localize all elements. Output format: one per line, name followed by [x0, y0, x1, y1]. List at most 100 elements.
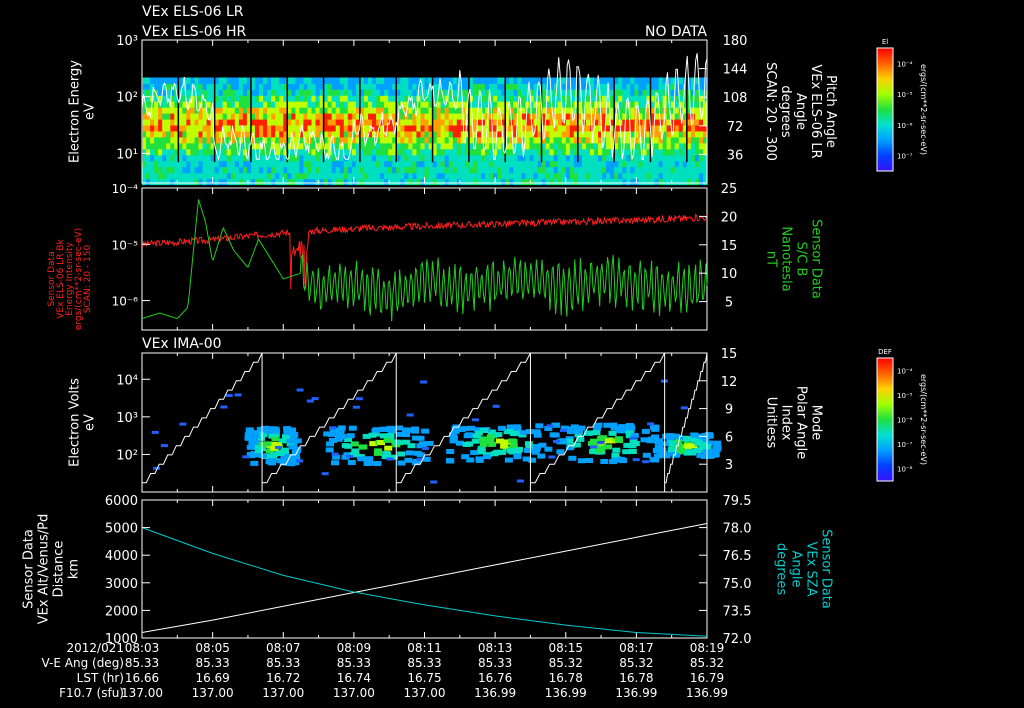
heatmap-cell: [674, 160, 680, 168]
x-tick-label: 08:17: [619, 641, 654, 655]
heatmap-cell: [190, 125, 195, 132]
heatmap-cell: [577, 458, 586, 464]
heatmap-cell: [513, 95, 518, 102]
heatmap-cell: [271, 172, 276, 180]
heatmap-cell: [307, 119, 313, 126]
heatmap-cell: [368, 137, 373, 144]
heatmap-cell: [372, 101, 377, 108]
heatmap-cell: [642, 95, 647, 102]
heatmap-cell: [634, 89, 639, 96]
heatmap-cell: [291, 160, 296, 168]
heatmap-cell: [420, 125, 426, 132]
heatmap-cell: [630, 107, 635, 114]
heatmap-cell: [307, 77, 313, 84]
heatmap-cell: [299, 95, 304, 102]
heatmap-cell: [380, 125, 385, 132]
heatmap-cell: [368, 119, 373, 126]
heatmap-cell: [291, 113, 296, 120]
heatmap-cell: [376, 142, 381, 150]
heatmap-cell: [693, 448, 702, 453]
heatmap-cell: [372, 154, 377, 162]
heatmap-cell: [658, 142, 664, 150]
heatmap-cell: [372, 113, 377, 120]
heatmap-cell: [416, 160, 421, 168]
heatmap-cell: [456, 148, 462, 156]
heatmap-cell: [594, 160, 599, 168]
heatmap-cell: [514, 448, 523, 454]
heatmap-cell: [158, 178, 163, 186]
heatmap-cell: [489, 172, 494, 180]
heatmap-cell: [198, 119, 204, 126]
heatmap-cell: [170, 142, 175, 150]
heatmap-cell: [170, 172, 175, 180]
heatmap-cell: [561, 142, 567, 150]
heatmap-cell: [263, 95, 268, 102]
heatmap-cell: [508, 438, 517, 444]
y-tick-label: 5000: [105, 522, 138, 537]
heatmap-cell: [372, 160, 377, 168]
heatmap-cell: [517, 95, 522, 102]
heatmap-cell: [553, 178, 559, 186]
heatmap-cell: [206, 83, 212, 90]
heatmap-cell: [222, 166, 228, 174]
heatmap-cell: [549, 89, 555, 96]
heatmap-cell: [545, 154, 551, 162]
heatmap-cell: [489, 125, 494, 132]
heatmap-cell: [351, 142, 357, 150]
heatmap-cell: [651, 424, 660, 430]
heatmap-cell: [460, 131, 466, 138]
ephemeris-value: 136.99: [474, 686, 516, 700]
heatmap-cell: [440, 154, 446, 162]
heatmap-cell: [440, 148, 446, 156]
heatmap-cell: [307, 95, 313, 102]
heatmap-cell: [162, 125, 167, 132]
heatmap-cell: [202, 119, 208, 126]
heatmap-cell: [674, 125, 680, 132]
heatmap-cell: [190, 154, 195, 162]
heatmap-cell: [154, 178, 159, 186]
heatmap-cell: [388, 77, 393, 84]
heatmap-cell: [517, 166, 522, 174]
heatmap-cell: [388, 89, 393, 96]
heatmap-cell: [674, 137, 680, 144]
heatmap-cell: [630, 101, 635, 108]
heatmap-cell: [640, 437, 649, 443]
heatmap-cell: [694, 172, 700, 180]
heatmap-cell: [186, 178, 191, 186]
title-els-lr: VEx ELS-06 LR: [142, 4, 244, 20]
heatmap-cell: [271, 101, 276, 108]
heatmap-cell: [475, 457, 484, 463]
heatmap-cell: [162, 131, 167, 138]
heatmap-cell: [315, 125, 321, 132]
heatmap-cell: [255, 83, 260, 90]
heatmap-cell: [694, 142, 700, 150]
heatmap-cell: [470, 450, 479, 456]
heatmap-cell: [158, 107, 163, 114]
heatmap-cell: [485, 154, 490, 162]
heatmap-cell: [162, 95, 167, 102]
els-colorbar-title: El: [882, 38, 888, 46]
heatmap-cell: [311, 397, 319, 401]
heatmap-cell: [569, 154, 575, 162]
y-axis-label: Electron VoltseV: [68, 378, 98, 467]
heatmap-cell: [598, 166, 603, 174]
heatmap-cell: [368, 89, 373, 96]
heatmap-cell: [569, 142, 575, 150]
heatmap-cell: [452, 148, 458, 156]
heatmap-cell: [658, 172, 664, 180]
heatmap-cell: [364, 95, 369, 102]
heatmap-cell: [263, 178, 268, 186]
heatmap-cell: [479, 441, 488, 447]
heatmap-cell: [182, 166, 187, 174]
heatmap-cell: [452, 113, 458, 120]
heatmap-cell: [654, 119, 660, 126]
heatmap-cell: [271, 113, 276, 120]
y-tick-label: 10⁻⁴: [112, 182, 139, 196]
heatmap-cell: [420, 166, 426, 174]
heatmap-cell: [162, 160, 167, 168]
heatmap-cell: [146, 131, 151, 138]
heatmap-cell: [521, 166, 526, 174]
heatmap-cell: [299, 142, 304, 150]
heatmap-cell: [456, 160, 462, 168]
heatmap-cell: [206, 137, 212, 144]
